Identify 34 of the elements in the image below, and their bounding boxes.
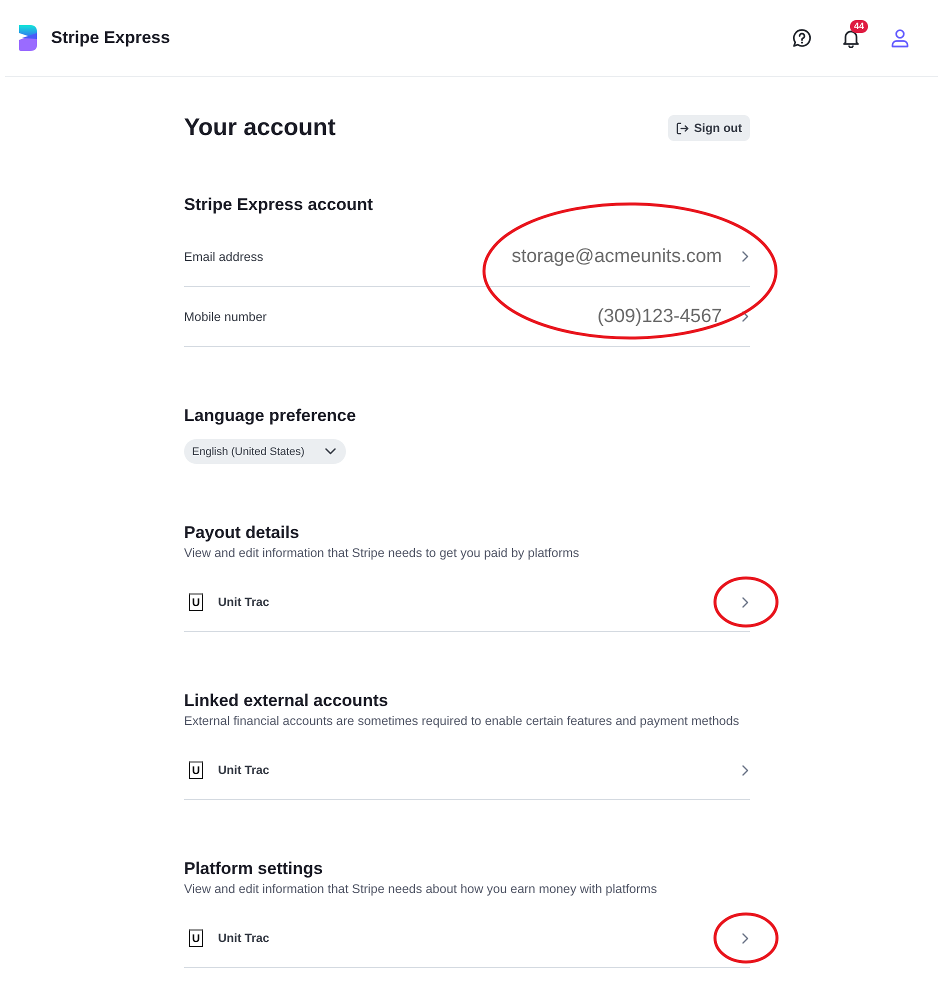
field-value: (309)123-4567 [597, 306, 722, 328]
section-description: View and edit information that Stripe needs about how you earn money with platforms [184, 881, 658, 898]
platform-logo: U [189, 929, 203, 947]
sign-out-icon [676, 122, 689, 134]
section-heading: Platform settings [184, 858, 324, 880]
section-heading: Language preference [184, 405, 357, 427]
section-description: View and edit information that Stripe needs to get you paid by platforms [184, 545, 580, 562]
chevron-right-icon[interactable] [742, 311, 749, 322]
logo-icon [18, 24, 40, 52]
field-label: Mobile number [184, 310, 268, 324]
section-heading: Payout details [184, 522, 300, 544]
page-title: Your account [184, 114, 336, 142]
chevron-right-icon[interactable] [742, 764, 749, 776]
bell-icon[interactable] [841, 28, 861, 48]
section-heading: Linked external accounts [184, 690, 390, 712]
sign-out-button[interactable]: Sign out [668, 115, 750, 141]
notification-badge: 44 [850, 20, 868, 33]
chevron-right-icon[interactable] [742, 932, 749, 944]
brand-name: Stripe Express [51, 28, 170, 48]
section-heading: Stripe Express account [184, 194, 374, 216]
platform-name: Unit Trac [218, 931, 270, 945]
platform-name: Unit Trac [218, 595, 270, 609]
field-label: Email address [184, 250, 264, 264]
platform-logo: U [189, 593, 203, 611]
field-value: storage@acmeunits.com [512, 246, 722, 268]
platform-name: Unit Trac [218, 763, 270, 777]
chevron-right-icon[interactable] [742, 596, 749, 608]
user-icon[interactable] [890, 28, 910, 48]
section-description: External financial accounts are sometimes required to enable certain features and payment methods [184, 713, 740, 730]
platform-logo: U [189, 761, 203, 779]
language-dropdown[interactable]: English (United States) [184, 439, 346, 464]
chevron-down-icon [324, 448, 336, 455]
chevron-right-icon[interactable] [742, 251, 749, 262]
help-icon[interactable] [792, 28, 812, 48]
